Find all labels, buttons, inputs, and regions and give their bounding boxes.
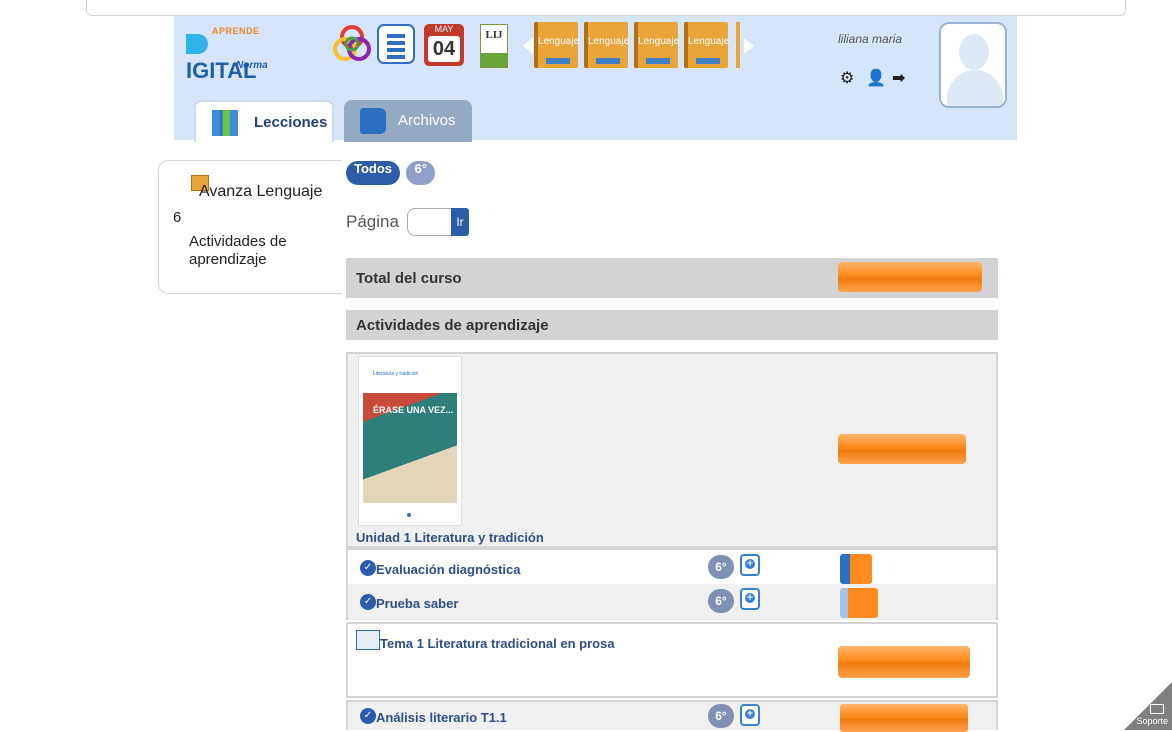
course-sidebar[interactable]: Avanza Lenguaje 6 Actividades de aprendi… <box>158 160 342 294</box>
grade-badge: 6° <box>708 704 734 728</box>
lessons-books-icon <box>212 110 238 136</box>
logout-icon[interactable]: ➡ <box>892 68 918 87</box>
avatar[interactable] <box>939 22 1007 108</box>
book-brand-strip <box>696 58 720 64</box>
list-line <box>387 55 405 59</box>
check-icon: ✓ <box>360 594 376 610</box>
list-line <box>387 34 405 38</box>
book-edge <box>736 22 740 68</box>
book-brand-strip <box>596 58 620 64</box>
avatar-head <box>959 34 989 70</box>
total-progress-bar <box>838 262 982 292</box>
cover-illustration: ÉRASE UNA VEZ... <box>363 393 457 503</box>
book-label: Lenguaje <box>688 36 730 47</box>
book-label: Lenguaje <box>588 36 630 47</box>
user-actions: ⚙ 👤 ➡ <box>840 68 918 87</box>
grade-badge: 6° <box>708 589 734 613</box>
book-button[interactable]: Lenguaje <box>584 22 630 68</box>
list-line <box>387 48 405 52</box>
book-label: Lenguaje <box>538 36 580 47</box>
app-page: APRENDE IGITAL Norma MAY 04 LIJ Lenguaje… <box>158 16 1017 732</box>
activity-label[interactable]: Análisis literario T1.1 <box>376 710 507 725</box>
logo-main: IGITAL <box>186 32 276 84</box>
tab-archivos-label: Archivos <box>398 112 456 129</box>
aprende-digital-logo[interactable]: APRENDE IGITAL Norma <box>186 26 276 83</box>
book-label: Lenguaje <box>638 36 680 47</box>
sidebar-course[interactable]: Avanza Lenguaje <box>199 183 322 201</box>
gear-icon[interactable]: ⚙ <box>840 68 866 87</box>
tab-archivos[interactable]: Archivos <box>344 100 472 142</box>
filters: Todos 6° <box>346 160 435 185</box>
cover-title: ÉRASE UNA VEZ... <box>373 405 454 415</box>
tema-label[interactable]: Tema 1 Literatura tradicional en prosa <box>380 634 620 654</box>
rings-icon[interactable] <box>332 24 372 64</box>
header: APRENDE IGITAL Norma MAY 04 LIJ Lenguaje… <box>174 16 1017 142</box>
sidebar-grade: 6 <box>173 209 182 226</box>
book-brand-strip <box>646 58 670 64</box>
lij-band <box>481 53 507 67</box>
tema-progress-bar <box>838 646 970 678</box>
tema-row[interactable]: Tema 1 Literatura tradicional en prosa <box>346 622 998 698</box>
calendar-day: 04 <box>428 36 460 62</box>
books-prev-arrow-icon[interactable] <box>523 38 533 54</box>
activity-row[interactable]: ✓ Análisis literario T1.1 6° <box>346 700 998 732</box>
unit-title[interactable]: Unidad 1 Literatura y tradición <box>356 530 544 545</box>
folder-icon <box>360 108 386 134</box>
books-next-arrow-icon[interactable] <box>744 38 754 54</box>
cover-dot <box>407 513 411 517</box>
page-input[interactable] <box>407 208 453 236</box>
book-button[interactable]: Lenguaje <box>534 22 580 68</box>
book-button[interactable]: Lenguaje <box>684 22 730 68</box>
unit-cover-image[interactable]: Literatura y tradición ÉRASE UNA VEZ... <box>358 356 462 526</box>
open-book-icon <box>356 630 380 650</box>
lij-button[interactable]: LIJ <box>480 24 508 68</box>
activity-label[interactable]: Prueba saber <box>376 596 458 611</box>
logo-brand-text: Norma <box>236 60 268 71</box>
list-line <box>387 41 405 45</box>
lij-label: LIJ <box>485 29 503 41</box>
logo-d-shape <box>186 34 208 54</box>
total-course-row: Total del curso <box>346 258 998 298</box>
check-icon: ✓ <box>360 560 376 576</box>
book-brand-strip <box>546 58 570 64</box>
calendar-button[interactable]: MAY 04 <box>424 24 464 66</box>
browser-top-frame <box>86 0 1126 16</box>
go-button[interactable]: Ir <box>451 208 469 236</box>
tab-lecciones-label: Lecciones <box>254 114 328 131</box>
pagination-label: Página <box>346 212 399 231</box>
activity-row[interactable]: ✓ Evaluación diagnóstica 6° <box>346 548 998 584</box>
envelope-icon <box>1150 704 1164 714</box>
cover-heading: Literatura y tradición <box>373 371 419 377</box>
book-button[interactable]: Lenguaje <box>634 22 680 68</box>
activity-progress-bar <box>840 554 872 584</box>
sidebar-section[interactable]: Actividades de aprendizaje <box>189 233 329 269</box>
filter-grade[interactable]: 6° <box>406 161 435 185</box>
grade-badge: 6° <box>708 555 734 579</box>
activity-label[interactable]: Evaluación diagnóstica <box>376 562 521 577</box>
tab-lecciones[interactable]: Lecciones <box>194 100 334 142</box>
activities-header-row: Actividades de aprendizaje <box>346 310 998 340</box>
total-course-label: Total del curso <box>356 270 462 287</box>
list-icon[interactable] <box>377 24 415 64</box>
activity-row[interactable]: ✓ Prueba saber 6° <box>346 584 998 620</box>
calendar-add-icon[interactable] <box>740 704 760 726</box>
activity-progress-bar <box>840 588 878 618</box>
unit-card[interactable]: Literatura y tradición ÉRASE UNA VEZ... … <box>346 352 998 548</box>
support-label: Soporte <box>1136 716 1168 726</box>
filter-todos[interactable]: Todos <box>346 161 401 185</box>
activities-header-label: Actividades de aprendizaje <box>356 317 549 334</box>
user-icon[interactable]: 👤 <box>866 68 892 87</box>
support-button[interactable]: Soporte <box>1112 674 1172 730</box>
check-icon: ✓ <box>360 708 376 724</box>
unit-progress-bar <box>838 434 966 464</box>
calendar-add-icon[interactable] <box>740 588 760 610</box>
calendar-add-icon[interactable] <box>740 554 760 576</box>
avatar-body <box>947 70 1003 106</box>
calendar-month: MAY <box>434 24 454 34</box>
activity-progress-bar <box>840 704 968 732</box>
username: liliana maria <box>838 32 903 46</box>
